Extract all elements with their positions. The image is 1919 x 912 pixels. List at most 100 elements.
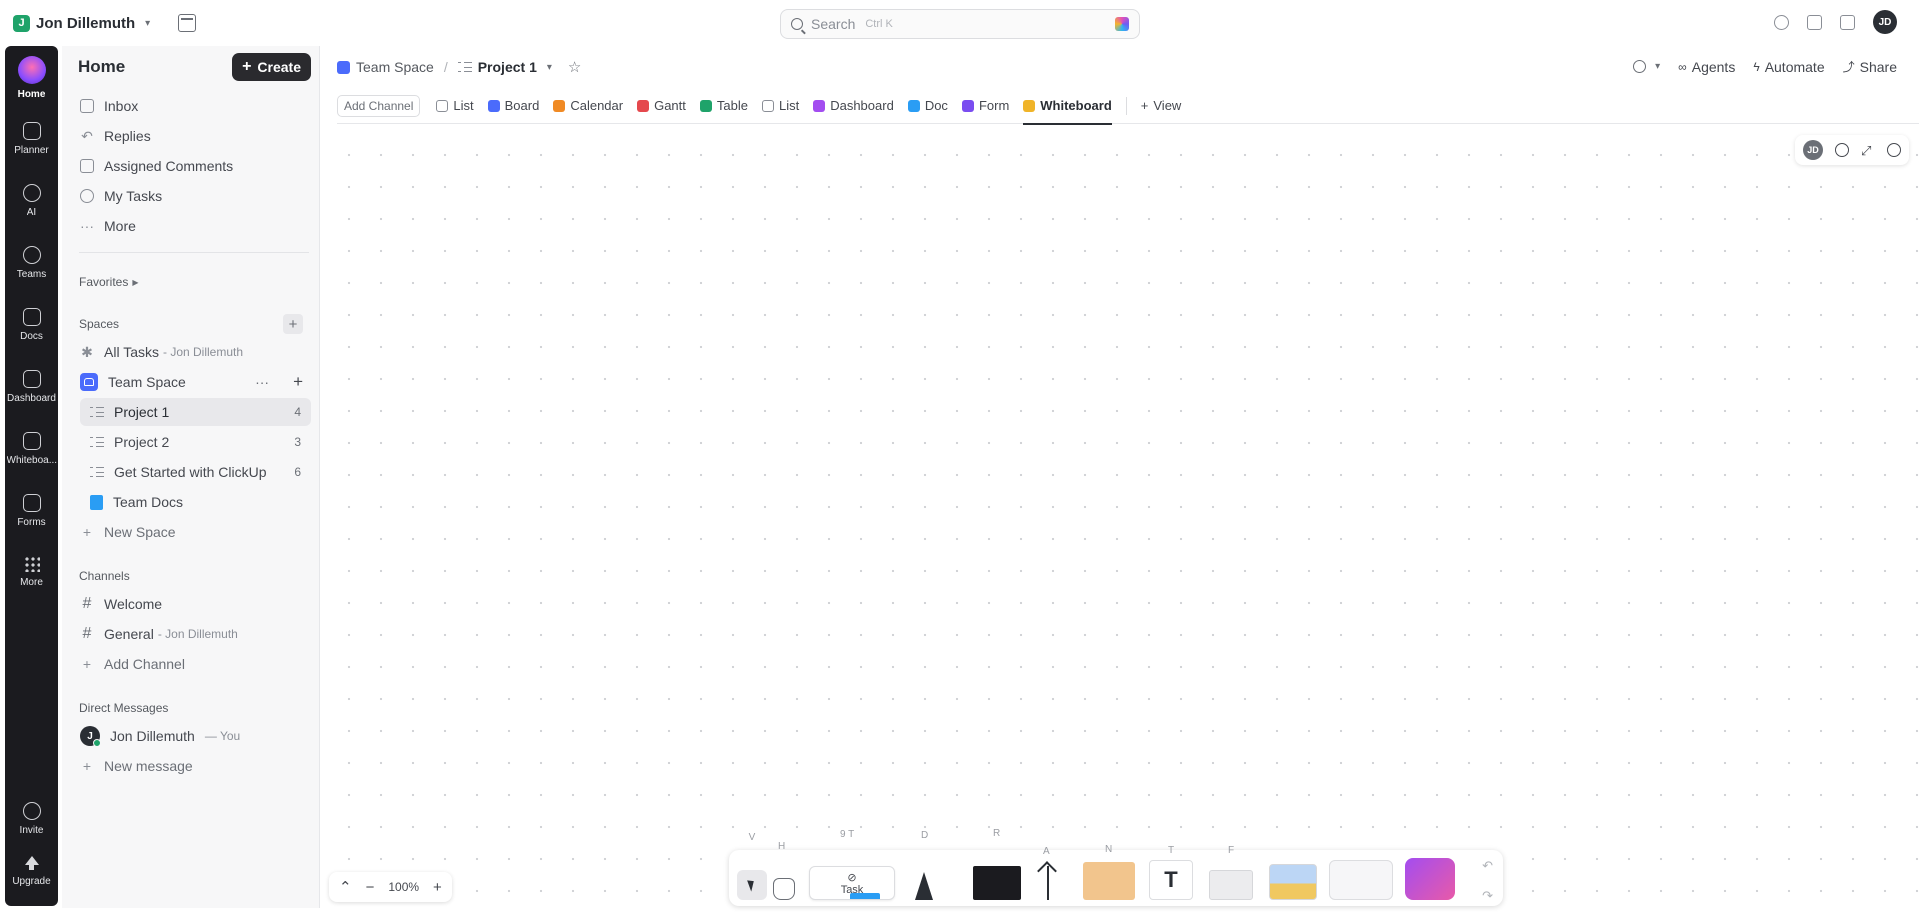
- automate-button[interactable]: ϟ Automate: [1753, 59, 1824, 75]
- tab-doc[interactable]: Doc: [907, 88, 948, 124]
- sidebar-item-dm-user[interactable]: J Jon Dillemuth — You: [70, 722, 311, 750]
- expand-icon[interactable]: ⤢: [1861, 143, 1875, 158]
- rail-item-forms[interactable]: Forms: [5, 494, 58, 528]
- tab-calendar[interactable]: Calendar: [553, 88, 623, 124]
- select-tool[interactable]: V: [737, 832, 767, 900]
- chevron-down-icon: ▾: [145, 17, 151, 29]
- search-placeholder: Search: [811, 16, 856, 32]
- calendar-icon: [553, 99, 566, 112]
- sidebar-item-label: All Tasks: [104, 344, 159, 360]
- pen-tool[interactable]: D: [915, 830, 933, 900]
- rail-item-whiteboards[interactable]: Whiteboa...: [5, 432, 58, 466]
- rectangle-tool[interactable]: R: [973, 828, 1021, 900]
- ellipsis-icon[interactable]: ···: [255, 374, 269, 390]
- sidebar-item-channel-general[interactable]: # General - Jon Dillemuth: [70, 620, 311, 648]
- sidebar-item-new-space[interactable]: + New Space: [70, 518, 311, 546]
- create-button[interactable]: + Create: [232, 53, 311, 81]
- sidebar-item-add-channel[interactable]: + Add Channel: [70, 650, 311, 678]
- ai-brain-icon[interactable]: [1115, 17, 1129, 31]
- zoom-in-button[interactable]: +: [433, 879, 442, 896]
- sidebar-item-get-started[interactable]: Get Started with ClickUp 6: [80, 458, 311, 486]
- rail-item-ai[interactable]: AI: [5, 184, 58, 218]
- sidebar-item-replies[interactable]: ↶ Replies: [70, 122, 311, 150]
- image-tool[interactable]: [1269, 864, 1317, 900]
- task-tool[interactable]: 9 T ⊘ Task: [809, 829, 895, 900]
- tab-form[interactable]: Form: [961, 88, 1009, 124]
- undo-icon[interactable]: ↶: [1482, 858, 1493, 874]
- zoom-out-button[interactable]: −: [366, 879, 375, 896]
- chevron-down-icon[interactable]: ▾: [547, 62, 552, 73]
- tab-dashboard[interactable]: Dashboard: [813, 88, 894, 124]
- you-indicator: — You: [204, 729, 241, 743]
- zoom-controls: ⌃ − 100% +: [329, 872, 452, 902]
- flowchart-tool[interactable]: [1329, 860, 1393, 900]
- notepad-icon[interactable]: [1840, 14, 1855, 30]
- sidebar-item-new-message[interactable]: + New message: [70, 752, 311, 780]
- settings-icon[interactable]: [1887, 143, 1901, 157]
- calendar-icon[interactable]: [178, 14, 197, 32]
- caret-right-icon: ▶: [132, 277, 139, 287]
- workspace-switcher[interactable]: J Jon Dillemuth ▾: [13, 9, 158, 37]
- invite-icon: [22, 802, 41, 820]
- text-tool[interactable]: T T: [1149, 845, 1193, 900]
- search-bar[interactable]: Search Ctrl K: [780, 9, 1140, 39]
- breadcrumb-space[interactable]: Team Space: [356, 59, 434, 75]
- user-icon: [80, 189, 94, 203]
- collapse-icon[interactable]: ⌃: [339, 878, 352, 896]
- rail-item-upgrade[interactable]: Upgrade: [5, 856, 58, 887]
- favorites-section[interactable]: Favorites ▶: [79, 275, 139, 289]
- user-avatar[interactable]: JD: [1873, 10, 1897, 34]
- sticky-note-tool[interactable]: N: [1083, 844, 1135, 900]
- rail-item-planner[interactable]: Planner: [5, 122, 58, 156]
- redo-icon[interactable]: ↷: [1482, 888, 1493, 904]
- rail-item-home[interactable]: Home: [5, 56, 58, 100]
- rail-label: Upgrade: [12, 876, 51, 887]
- agents-button[interactable]: ∞ Agents: [1678, 59, 1735, 75]
- call-button[interactable]: ▾: [1633, 60, 1660, 73]
- add-space-button[interactable]: +: [283, 314, 303, 334]
- check-circle-icon[interactable]: [1774, 14, 1789, 30]
- home-icon: [17, 56, 46, 84]
- rail-item-dashboard[interactable]: Dashboard: [5, 370, 58, 404]
- ai-tool[interactable]: [1405, 858, 1455, 900]
- sidebar-item-team-space[interactable]: Team Space ··· +: [70, 368, 311, 396]
- rail-item-docs[interactable]: Docs: [5, 308, 58, 342]
- rail-item-more[interactable]: More: [5, 556, 58, 588]
- sidebar-item-project-2[interactable]: Project 2 3: [80, 428, 311, 456]
- sidebar-item-my-tasks[interactable]: My Tasks: [70, 182, 311, 210]
- rail-item-invite[interactable]: Invite: [5, 802, 58, 836]
- tab-list[interactable]: List: [436, 88, 474, 124]
- comments-icon[interactable]: [1835, 143, 1849, 157]
- add-channel-button[interactable]: Add Channel: [337, 94, 421, 117]
- breadcrumb-project[interactable]: Project 1: [478, 59, 537, 75]
- sidebar-item-channel-welcome[interactable]: # Welcome: [70, 590, 311, 618]
- tab-list-2[interactable]: List: [761, 88, 799, 124]
- list-icon: [457, 61, 472, 73]
- sidebar-item-label: Team Space: [108, 374, 186, 390]
- sidebar-item-more[interactable]: ··· More: [70, 212, 311, 240]
- rail-item-teams[interactable]: Teams: [5, 246, 58, 280]
- arrow-tool[interactable]: A: [1043, 846, 1050, 900]
- sidebar-item-team-docs[interactable]: Team Docs: [80, 488, 311, 516]
- tab-board[interactable]: Board: [487, 88, 539, 124]
- sidebar-item-project-1[interactable]: Project 1 4: [80, 398, 311, 426]
- sidebar-header: Home + Create: [78, 52, 311, 82]
- add-view-button[interactable]: + View: [1141, 88, 1182, 124]
- tab-whiteboard[interactable]: Whiteboard: [1023, 88, 1112, 125]
- whiteboard-canvas[interactable]: JD ⤢ ⌃ − 100% + V H 9 T ⊘ Task D R A N T…: [321, 125, 1919, 910]
- sidebar-item-assigned-comments[interactable]: Assigned Comments: [70, 152, 311, 180]
- collaborator-avatar[interactable]: JD: [1803, 140, 1823, 160]
- video-icon[interactable]: [1807, 14, 1822, 30]
- plus-icon[interactable]: +: [293, 372, 303, 392]
- whiteboard-toolbar: V H 9 T ⊘ Task D R A N T T F ↶ ↷: [729, 828, 1503, 906]
- tab-gantt[interactable]: Gantt: [637, 88, 686, 124]
- share-button[interactable]: ⤴ Share: [1843, 58, 1897, 75]
- hand-tool[interactable]: H: [773, 841, 795, 900]
- sidebar-item-all-tasks[interactable]: ✱ All Tasks - Jon Dillemuth: [70, 338, 311, 366]
- frame-tool[interactable]: F: [1209, 845, 1253, 900]
- shortcut-key: 9 T: [840, 829, 855, 840]
- direct-messages-label: Direct Messages: [79, 701, 169, 715]
- sidebar-item-inbox[interactable]: Inbox: [70, 92, 311, 120]
- tab-table[interactable]: Table: [699, 88, 748, 124]
- star-icon[interactable]: ☆: [568, 58, 581, 76]
